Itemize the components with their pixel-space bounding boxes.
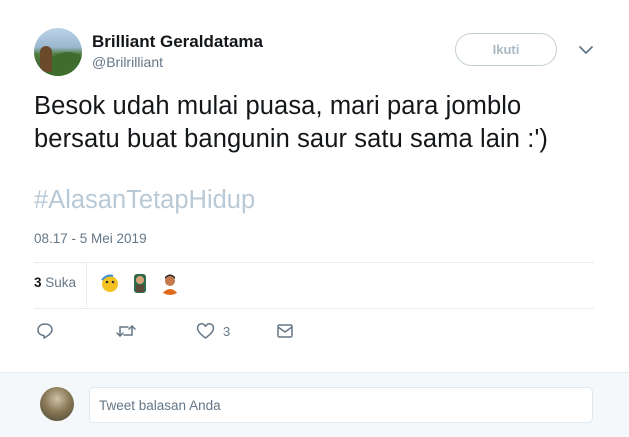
likes-summary[interactable]: 3 Suka	[34, 275, 76, 290]
divider	[34, 262, 594, 263]
person-avatar-icon	[158, 271, 182, 295]
divider	[34, 308, 594, 309]
heart-icon	[196, 323, 215, 339]
tweet-timestamp[interactable]: 08.17 - 5 Mei 2019	[34, 231, 147, 246]
avatar-hill	[48, 52, 82, 76]
hashtag-link[interactable]: #AlasanTetapHidup	[34, 186, 255, 215]
tweet-text-line: Besok udah mulai puasa, mari para jomblo	[34, 92, 522, 120]
current-user-avatar	[40, 387, 74, 421]
chevron-down-icon[interactable]	[578, 44, 594, 56]
liker-avatar[interactable]	[98, 271, 122, 295]
tweet-text-line: bersatu buat bangunin saur satu sama lai…	[34, 125, 549, 153]
person-avatar-icon	[128, 271, 152, 295]
liker-avatar[interactable]	[158, 271, 182, 295]
like-count: 3	[223, 323, 231, 339]
tweet-text: Besok udah mulai puasa, mari para jomblo…	[34, 90, 604, 156]
reply-icon	[37, 323, 53, 339]
user-handle[interactable]: @Brilrilliant	[92, 54, 163, 70]
tweet-card: Brilliant Geraldatama @Brilrilliant Ikut…	[0, 0, 629, 372]
likes-count: 3	[34, 275, 42, 290]
liker-avatar[interactable]	[128, 271, 152, 295]
like-button[interactable]: 3	[196, 321, 230, 341]
follow-button[interactable]: Ikuti	[455, 33, 557, 66]
user-name[interactable]: Brilliant Geraldatama	[92, 32, 263, 52]
likes-separator	[86, 263, 87, 307]
reply-button[interactable]	[36, 321, 54, 341]
reply-input[interactable]: Tweet balasan Anda	[89, 387, 593, 423]
likes-label: Suka	[45, 275, 77, 290]
message-icon	[277, 324, 293, 338]
retweet-icon	[116, 325, 136, 337]
message-button[interactable]	[276, 321, 294, 341]
retweet-button[interactable]	[116, 321, 136, 341]
emoji-face-icon	[98, 271, 122, 295]
user-avatar[interactable]	[34, 28, 82, 76]
avatar-person	[40, 46, 52, 72]
